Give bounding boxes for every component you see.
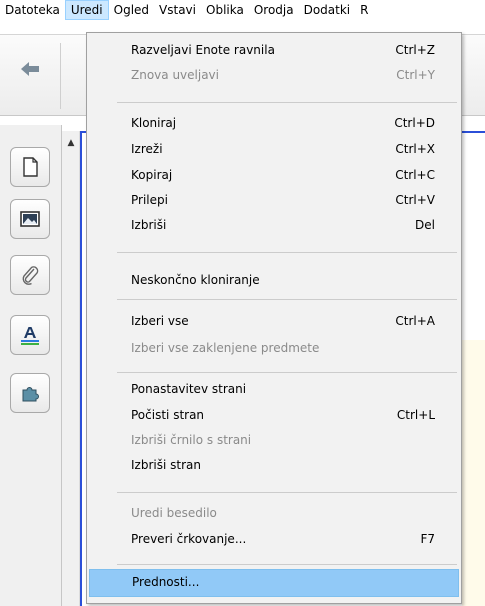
menu-item-label: Izbriši [131, 218, 167, 232]
side-panel [0, 125, 62, 606]
puzzle-icon [22, 387, 39, 402]
menu-item-label: Uredi besedilo [131, 506, 217, 520]
addons-tab[interactable] [10, 373, 50, 413]
page-icon [23, 157, 38, 177]
menu-separator [117, 252, 457, 253]
menu-tools[interactable]: Orodja [249, 0, 299, 20]
menu-item-label: Kloniraj [131, 116, 177, 130]
menu-item-shortcut: Ctrl+A [395, 314, 435, 328]
menu-item-label: Preveri črkovanje... [131, 532, 247, 546]
arrow-left-icon[interactable] [18, 57, 42, 81]
menu-item-label: Izberi vse [131, 314, 189, 328]
menu-item-undo[interactable]: Razveljavi Enote ravnila Ctrl+Z [89, 40, 459, 62]
menu-view[interactable]: Ogled [109, 0, 154, 20]
menu-item-delete-page[interactable]: Izbriši stran [89, 455, 459, 477]
paperclip-icon [22, 266, 39, 285]
menu-item-shortcut: Ctrl+C [395, 168, 435, 182]
menu-item-shortcut: Ctrl+Y [396, 68, 435, 82]
menu-item-shortcut: Ctrl+Z [395, 43, 435, 57]
menu-item-label: Kopiraj [131, 168, 173, 182]
gallery-tab[interactable] [10, 199, 50, 239]
menu-item-label: Izbriši črnilo s strani [131, 433, 252, 447]
menu-item-preferences[interactable]: Prednosti... [89, 569, 459, 597]
menu-item-clone[interactable]: Kloniraj Ctrl+D [89, 113, 459, 135]
menu-item-clear-ink[interactable]: Izbriši črnilo s strani [89, 430, 459, 452]
menu-addons[interactable]: Dodatki [299, 0, 356, 20]
menu-item-shortcut: Ctrl+L [396, 408, 435, 422]
menu-item-infinite-clone[interactable]: Neskončno kloniranje [89, 270, 459, 292]
menu-item-spell-check[interactable]: Preveri črkovanje... F7 [89, 529, 459, 551]
menu-item-label: Razveljavi Enote ravnila [131, 43, 275, 57]
menu-item-shortcut: Ctrl+D [394, 116, 435, 130]
menu-item-label: Neskončno kloniranje [131, 273, 260, 287]
menu-more[interactable]: R [355, 0, 373, 20]
properties-tab[interactable] [10, 315, 50, 355]
menu-item-label: Počisti stran [131, 408, 205, 422]
page-sorter-tab[interactable] [10, 147, 50, 187]
edit-menu-dropdown: Razveljavi Enote ravnila Ctrl+Z Znova uv… [86, 32, 462, 604]
attachments-tab[interactable] [10, 255, 50, 295]
menu-separator [117, 564, 457, 565]
menu-item-label: Ponastavitev strani [131, 382, 247, 396]
menu-item-label: Izreži [131, 142, 163, 156]
vertical-scrollbar[interactable] [62, 131, 80, 606]
menu-item-shortcut: Del [415, 218, 435, 232]
menu-item-cut[interactable]: Izreži Ctrl+X [89, 139, 459, 161]
menu-item-label: Izbriši stran [131, 458, 201, 472]
menu-insert[interactable]: Vstavi [154, 0, 201, 20]
menu-item-label: Izberi vse zaklenjene predmete [131, 341, 320, 355]
canvas-background [462, 340, 485, 606]
toolbar-separator [60, 43, 61, 109]
menu-item-label: Znova uveljavi [131, 68, 219, 82]
menu-item-select-all[interactable]: Izberi vse Ctrl+A [89, 311, 459, 333]
image-icon [20, 211, 40, 227]
menu-edit[interactable]: Uredi [64, 0, 109, 20]
text-format-icon [21, 327, 39, 345]
menu-separator [117, 372, 457, 373]
scroll-up-icon[interactable]: ▲ [64, 136, 78, 150]
menu-item-paste[interactable]: Prilepi Ctrl+V [89, 190, 459, 212]
menu-item-reset-page[interactable]: Ponastavitev strani [89, 379, 459, 401]
menu-item-shortcut: F7 [420, 532, 435, 546]
menu-item-redo[interactable]: Znova uveljavi Ctrl+Y [89, 65, 459, 87]
menu-file[interactable]: Datoteka [0, 0, 65, 20]
menu-item-copy[interactable]: Kopiraj Ctrl+C [89, 165, 459, 187]
menu-separator [117, 492, 457, 493]
menu-item-select-locked[interactable]: Izberi vse zaklenjene predmete [89, 338, 459, 360]
menu-format[interactable]: Oblika [201, 0, 249, 20]
menu-item-label: Prilepi [131, 193, 168, 207]
menu-separator [117, 102, 457, 103]
menu-item-clear-page[interactable]: Počisti stran Ctrl+L [89, 405, 459, 427]
menu-separator [117, 299, 457, 300]
menu-item-delete[interactable]: Izbriši Del [89, 215, 459, 237]
menu-item-shortcut: Ctrl+X [395, 142, 435, 156]
menu-item-label: Prednosti... [132, 575, 200, 589]
menu-item-shortcut: Ctrl+V [395, 193, 435, 207]
menu-item-edit-text[interactable]: Uredi besedilo [89, 503, 459, 525]
menu-bar: Datoteka Uredi Ogled Vstavi Oblika Orodj… [0, 0, 485, 20]
